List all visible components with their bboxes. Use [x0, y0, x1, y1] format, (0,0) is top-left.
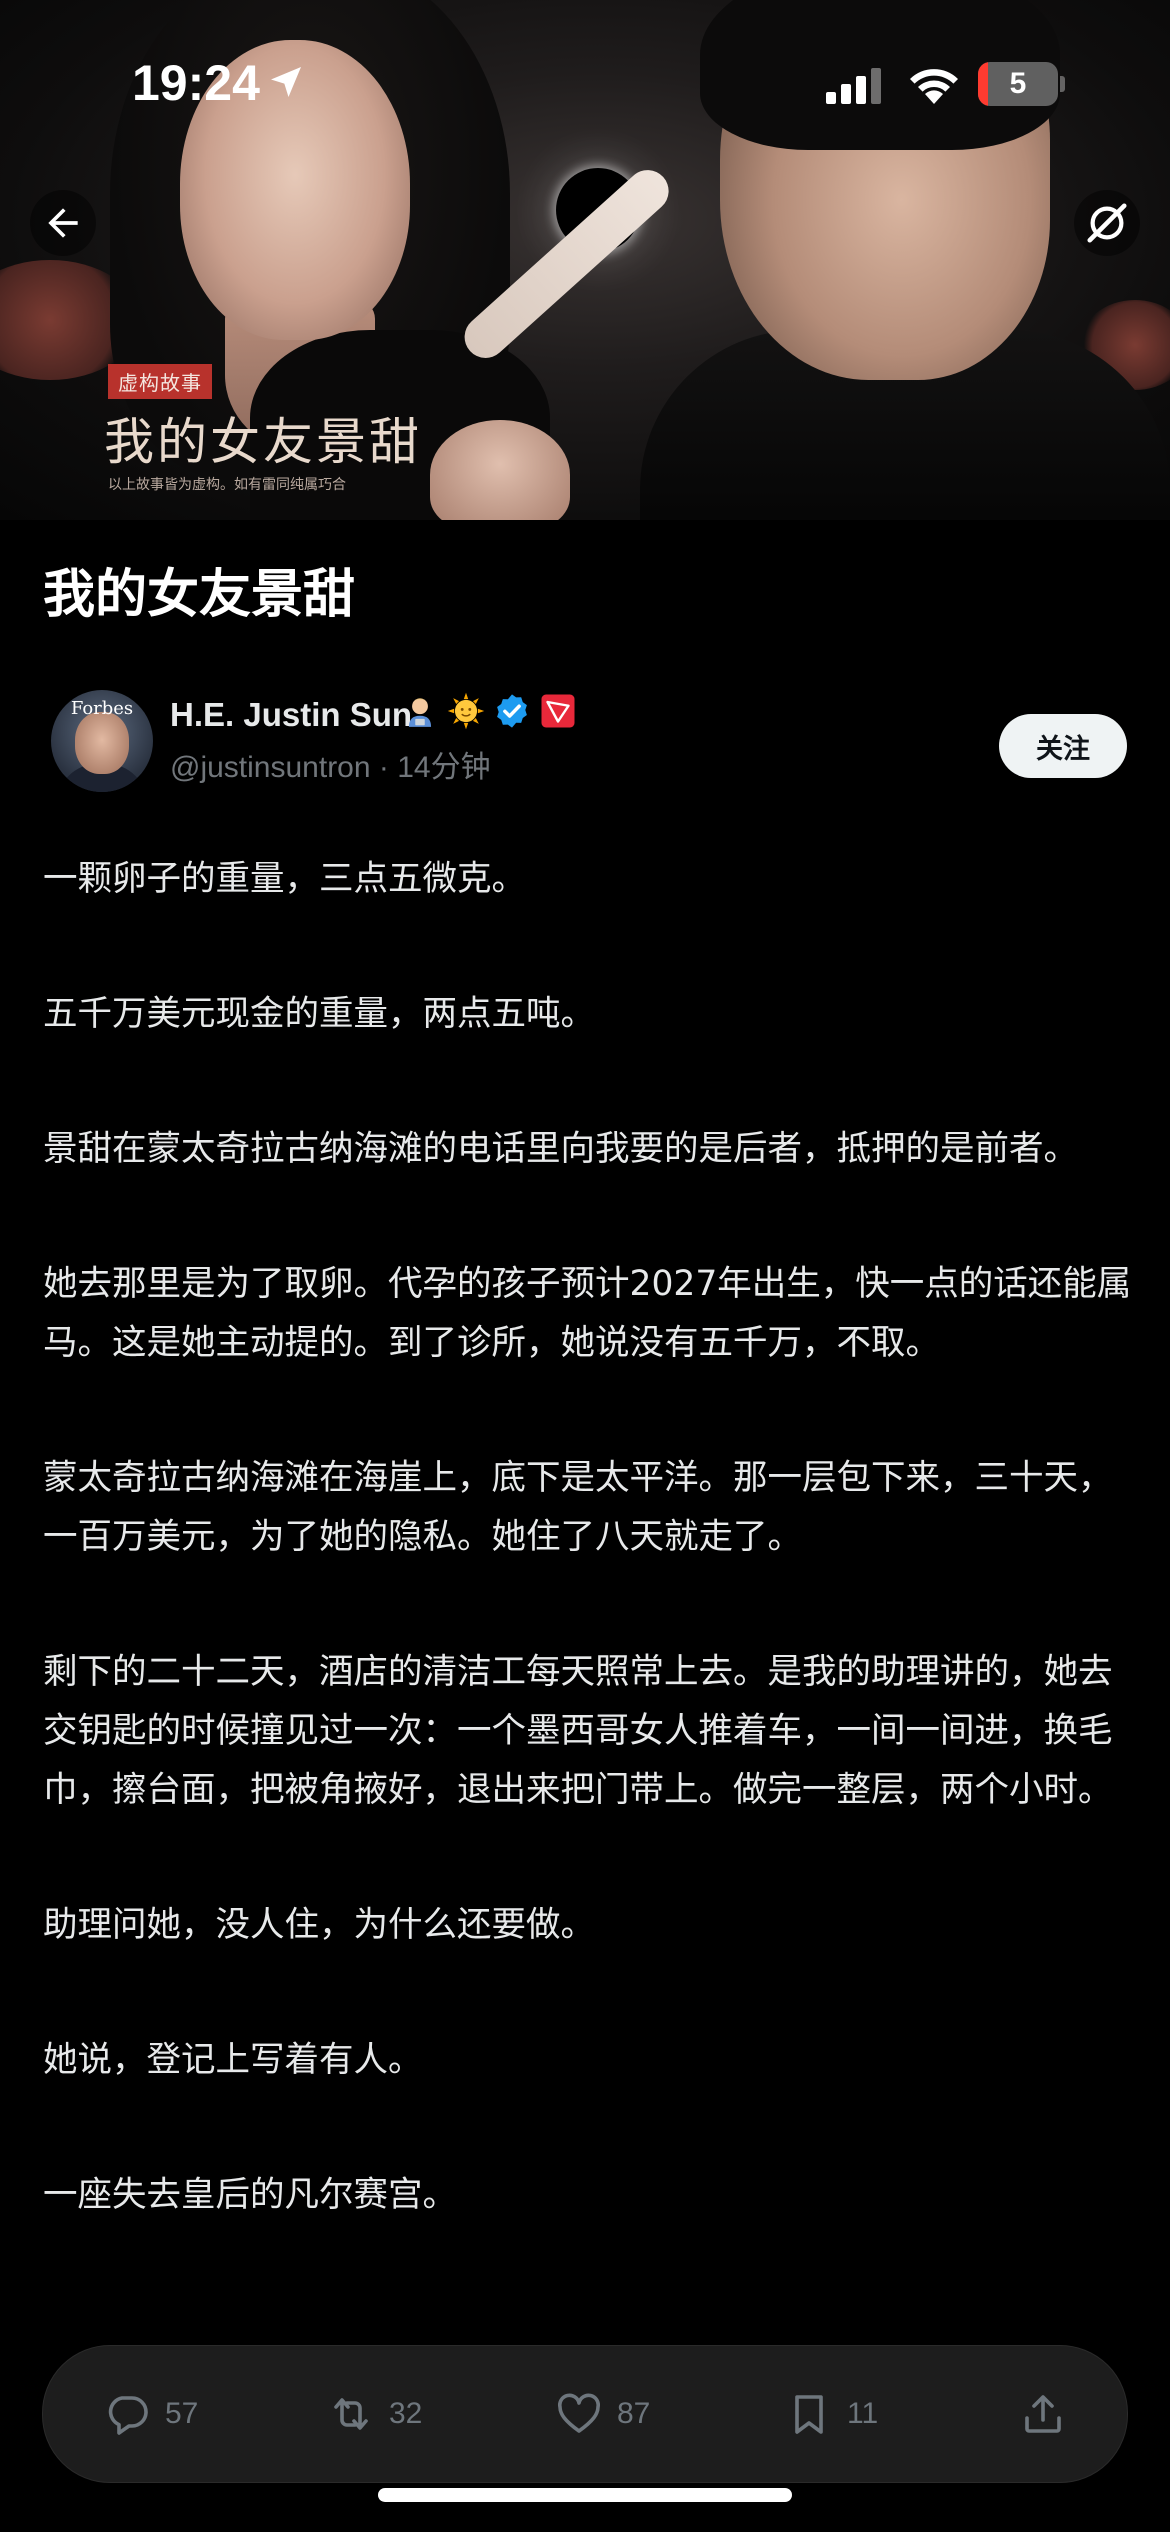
technologist-icon [401, 692, 439, 730]
share-icon [1025, 2395, 1061, 2433]
cover-tag: 虚构故事 [108, 364, 212, 399]
wifi-icon [910, 69, 958, 104]
bookmark-button[interactable]: 11 [785, 2346, 878, 2482]
battery-indicator: 5 [978, 62, 1058, 106]
back-button[interactable] [30, 190, 96, 256]
reply-icon [108, 2396, 148, 2435]
paragraph: 助理问她，没人住，为什么还要做。 [43, 1905, 595, 1945]
paragraph: 她去那里是为了取卵。代孕的孩子预计2027年出生，快一点的话还能属马。这是她主动… [43, 1264, 1132, 1363]
cellular-signal-icon [826, 68, 881, 104]
paragraph: 一座失去皇后的凡尔赛宫。 [43, 2175, 457, 2215]
grok-icon [1087, 203, 1127, 243]
status-time: 19:24 [132, 55, 260, 111]
paragraph: 蒙太奇拉古纳海滩在海崖上，底下是太平洋。那一层包下来，三十天，一百万美元，为了她… [43, 1458, 1113, 1557]
tron-logo-icon [539, 692, 577, 730]
battery-cap [1060, 76, 1065, 92]
repost-button[interactable]: 32 [327, 2346, 422, 2482]
arrow-left-icon [48, 208, 78, 238]
paragraph: 她说，登记上写着有人。 [43, 2040, 423, 2080]
follow-button[interactable]: 关注 [999, 714, 1127, 778]
author-name[interactable]: H.E. Justin Sun [170, 696, 412, 734]
cover-disclaimer: 以上故事皆为虚构。如有雷同纯属巧合 [108, 477, 346, 493]
paragraph: 五千万美元现金的重量，两点五吨。 [43, 994, 595, 1034]
share-button[interactable] [1019, 2346, 1067, 2482]
name-emoji-list [401, 692, 577, 730]
action-bar: 57 32 87 11 [42, 2345, 1128, 2483]
like-button[interactable]: 87 [555, 2346, 650, 2482]
paragraph: 景甜在蒙太奇拉古纳海滩的电话里向我要的是后者，抵押的是前者。 [43, 1129, 1078, 1169]
grok-button[interactable] [1074, 190, 1140, 256]
avatar-face [75, 712, 129, 774]
article-title: 我的女友景甜 [43, 565, 356, 625]
cover-title: 我的女友景甜 [104, 413, 422, 471]
sun-face-icon [447, 692, 485, 730]
home-indicator[interactable] [378, 2488, 792, 2502]
verified-badge-icon [493, 692, 531, 730]
avatar[interactable]: Forbes [51, 690, 153, 792]
author-handle-time: @justinsuntron · 14分钟 [170, 751, 491, 784]
reply-button[interactable]: 57 [103, 2346, 198, 2482]
reply-count: 57 [165, 2397, 199, 2430]
bookmark-count: 11 [847, 2397, 879, 2430]
battery-level: 5 [1009, 67, 1027, 100]
cover-hand [430, 420, 570, 520]
avatar-label: Forbes [70, 698, 134, 719]
heart-icon [558, 2393, 600, 2433]
article-body: 一颗卵子的重量，三点五微克。 五千万美元现金的重量，两点五吨。 景甜在蒙太奇拉古… [43, 850, 1133, 2301]
repost-count: 32 [389, 2397, 423, 2430]
paragraph: 一颗卵子的重量，三点五微克。 [43, 859, 526, 899]
paragraph: 剩下的二十二天，酒店的清洁工每天照常上去。是我的助理讲的，她去交钥匙的时候撞见过… [43, 1652, 1113, 1810]
like-count: 87 [617, 2397, 651, 2430]
repost-icon [334, 2398, 368, 2430]
location-arrow-icon [271, 67, 301, 97]
author-row: Forbes H.E. Justin Sun @justinsuntron · … [43, 690, 1127, 810]
status-bar: 19:24 5 [0, 0, 1170, 150]
bookmark-icon [795, 2395, 823, 2434]
